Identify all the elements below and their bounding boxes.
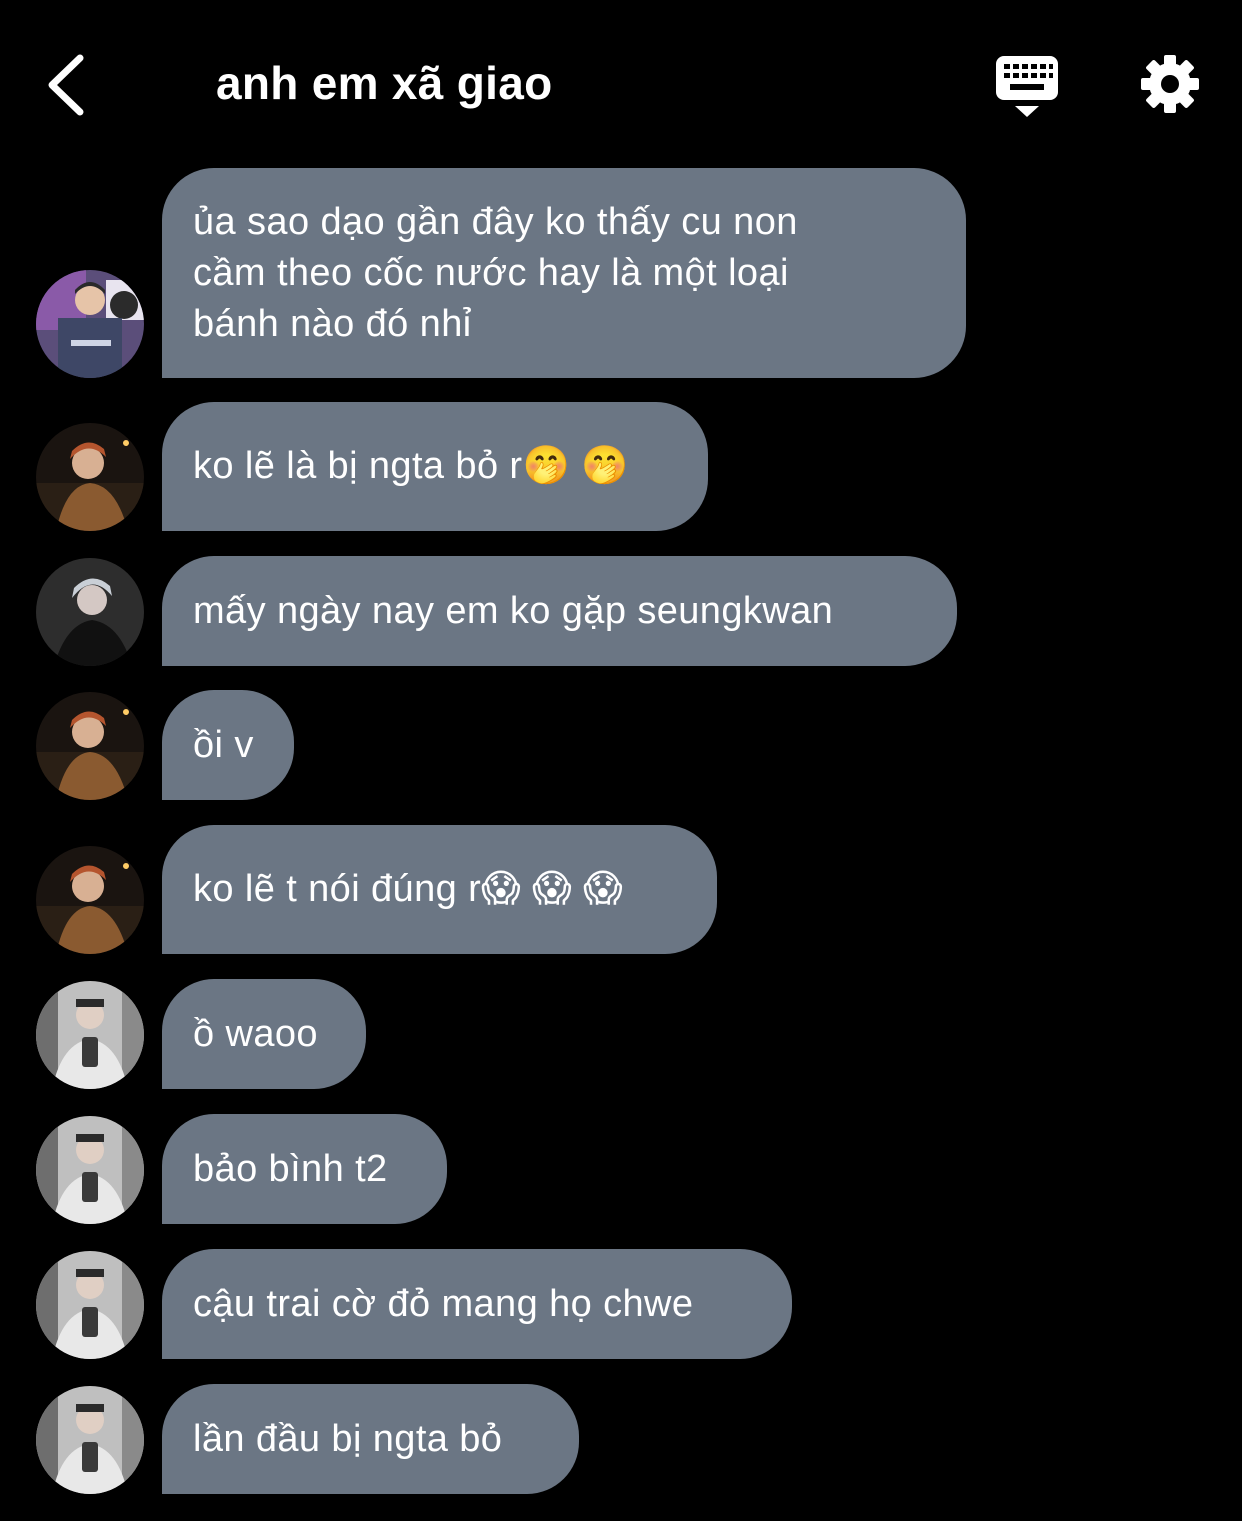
message-bubble[interactable]: ko lẽ là bị ngta bỏ r🤭 🤭 [162,402,708,531]
sender-avatar[interactable] [36,692,144,800]
sender-avatar[interactable] [36,423,144,531]
back-button[interactable] [40,50,100,120]
message-row: ko lẽ là bị ngta bỏ r🤭 🤭 [0,402,1242,531]
sender-avatar[interactable] [36,1386,144,1494]
message-bubble[interactable]: ủa sao dạo gần đây ko thấy cu non cầm th… [162,168,966,378]
sender-avatar[interactable] [36,1116,144,1224]
message-text: ồi v [193,723,254,766]
message-text: ồ waoo [193,1012,318,1055]
message-row: cậu trai cờ đỏ mang họ chwe [0,1249,1242,1359]
sender-avatar[interactable] [36,558,144,666]
message-text: lần đầu bị ngta bỏ [193,1417,503,1460]
sender-avatar[interactable] [36,270,144,378]
message-bubble[interactable]: ko lẽ t nói đúng r😱 😱 😱 [162,825,717,954]
message-bubble[interactable]: bảo bình t2 [162,1114,447,1224]
chevron-left-icon [48,54,84,116]
chat-header: anh em xã giao [0,0,1242,160]
sender-avatar[interactable] [36,1251,144,1359]
chat-title: anh em xã giao [216,57,553,109]
message-text: ủa sao dạo gần đây ko thấy cu non cầm th… [193,200,798,345]
message-row: ko lẽ t nói đúng r😱 😱 😱 [0,825,1242,954]
message-row: ồ waoo [0,979,1242,1089]
message-text: mấy ngày nay em ko gặp seungkwan [193,589,834,632]
message-row: mấy ngày nay em ko gặp seungkwan [0,556,1242,666]
message-bubble[interactable]: mấy ngày nay em ko gặp seungkwan [162,556,957,666]
message-bubble[interactable]: lần đầu bị ngta bỏ [162,1384,579,1494]
message-text: ko lẽ là bị ngta bỏ r🤭 🤭 [193,445,629,487]
message-bubble[interactable]: cậu trai cờ đỏ mang họ chwe [162,1249,792,1359]
message-row: lần đầu bị ngta bỏ [0,1384,1242,1494]
message-text: bảo bình t2 [193,1147,388,1190]
message-row: ồi v [0,690,1242,800]
message-text: ko lẽ t nói đúng r😱 😱 😱 [193,868,624,910]
sender-avatar[interactable] [36,981,144,1089]
message-bubble[interactable]: ồ waoo [162,979,366,1089]
sender-avatar[interactable] [36,846,144,954]
message-bubble[interactable]: ồi v [162,690,294,800]
gear-icon [1141,55,1199,113]
message-text: cậu trai cờ đỏ mang họ chwe [193,1282,694,1325]
keyboard-button[interactable] [992,52,1062,122]
message-row: bảo bình t2 [0,1114,1242,1224]
message-row: ủa sao dạo gần đây ko thấy cu non cầm th… [0,168,1242,378]
settings-button[interactable] [1138,52,1202,116]
keyboard-icon [996,56,1058,117]
